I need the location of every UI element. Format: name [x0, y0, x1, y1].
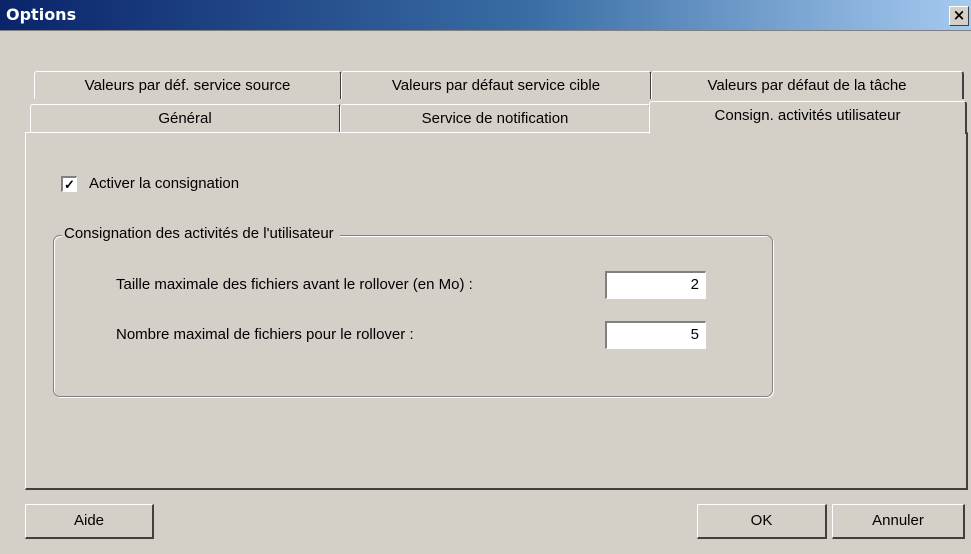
- window-title: Options: [6, 5, 77, 24]
- close-icon[interactable]: ×: [949, 6, 969, 26]
- enable-logging-checkbox[interactable]: ✓: [61, 176, 77, 192]
- tab-general[interactable]: Général: [30, 104, 341, 132]
- tab-notification-service[interactable]: Service de notification: [340, 104, 651, 132]
- ok-button[interactable]: OK: [697, 504, 827, 539]
- max-files-label: Nombre maximal de fichiers pour le rollo…: [116, 326, 414, 343]
- max-file-size-label: Taille maximale des fichiers avant le ro…: [116, 276, 473, 293]
- tab-source-service-defaults[interactable]: Valeurs par déf. service source: [34, 71, 342, 99]
- cancel-button[interactable]: Annuler: [832, 504, 965, 539]
- max-file-size-input[interactable]: 2: [605, 271, 706, 299]
- group-title: Consignation des activités de l'utilisat…: [62, 225, 340, 242]
- tab-task-defaults[interactable]: Valeurs par défaut de la tâche: [651, 71, 964, 99]
- help-button[interactable]: Aide: [25, 504, 154, 539]
- user-activity-logging-group: Consignation des activités de l'utilisat…: [53, 225, 773, 397]
- title-bar: Options ×: [0, 0, 971, 31]
- tab-target-service-defaults[interactable]: Valeurs par défaut service cible: [341, 71, 652, 99]
- max-files-input[interactable]: 5: [605, 321, 706, 349]
- tab-user-activity-logging[interactable]: Consign. activités utilisateur: [649, 101, 967, 134]
- enable-logging-label: Activer la consignation: [89, 175, 240, 192]
